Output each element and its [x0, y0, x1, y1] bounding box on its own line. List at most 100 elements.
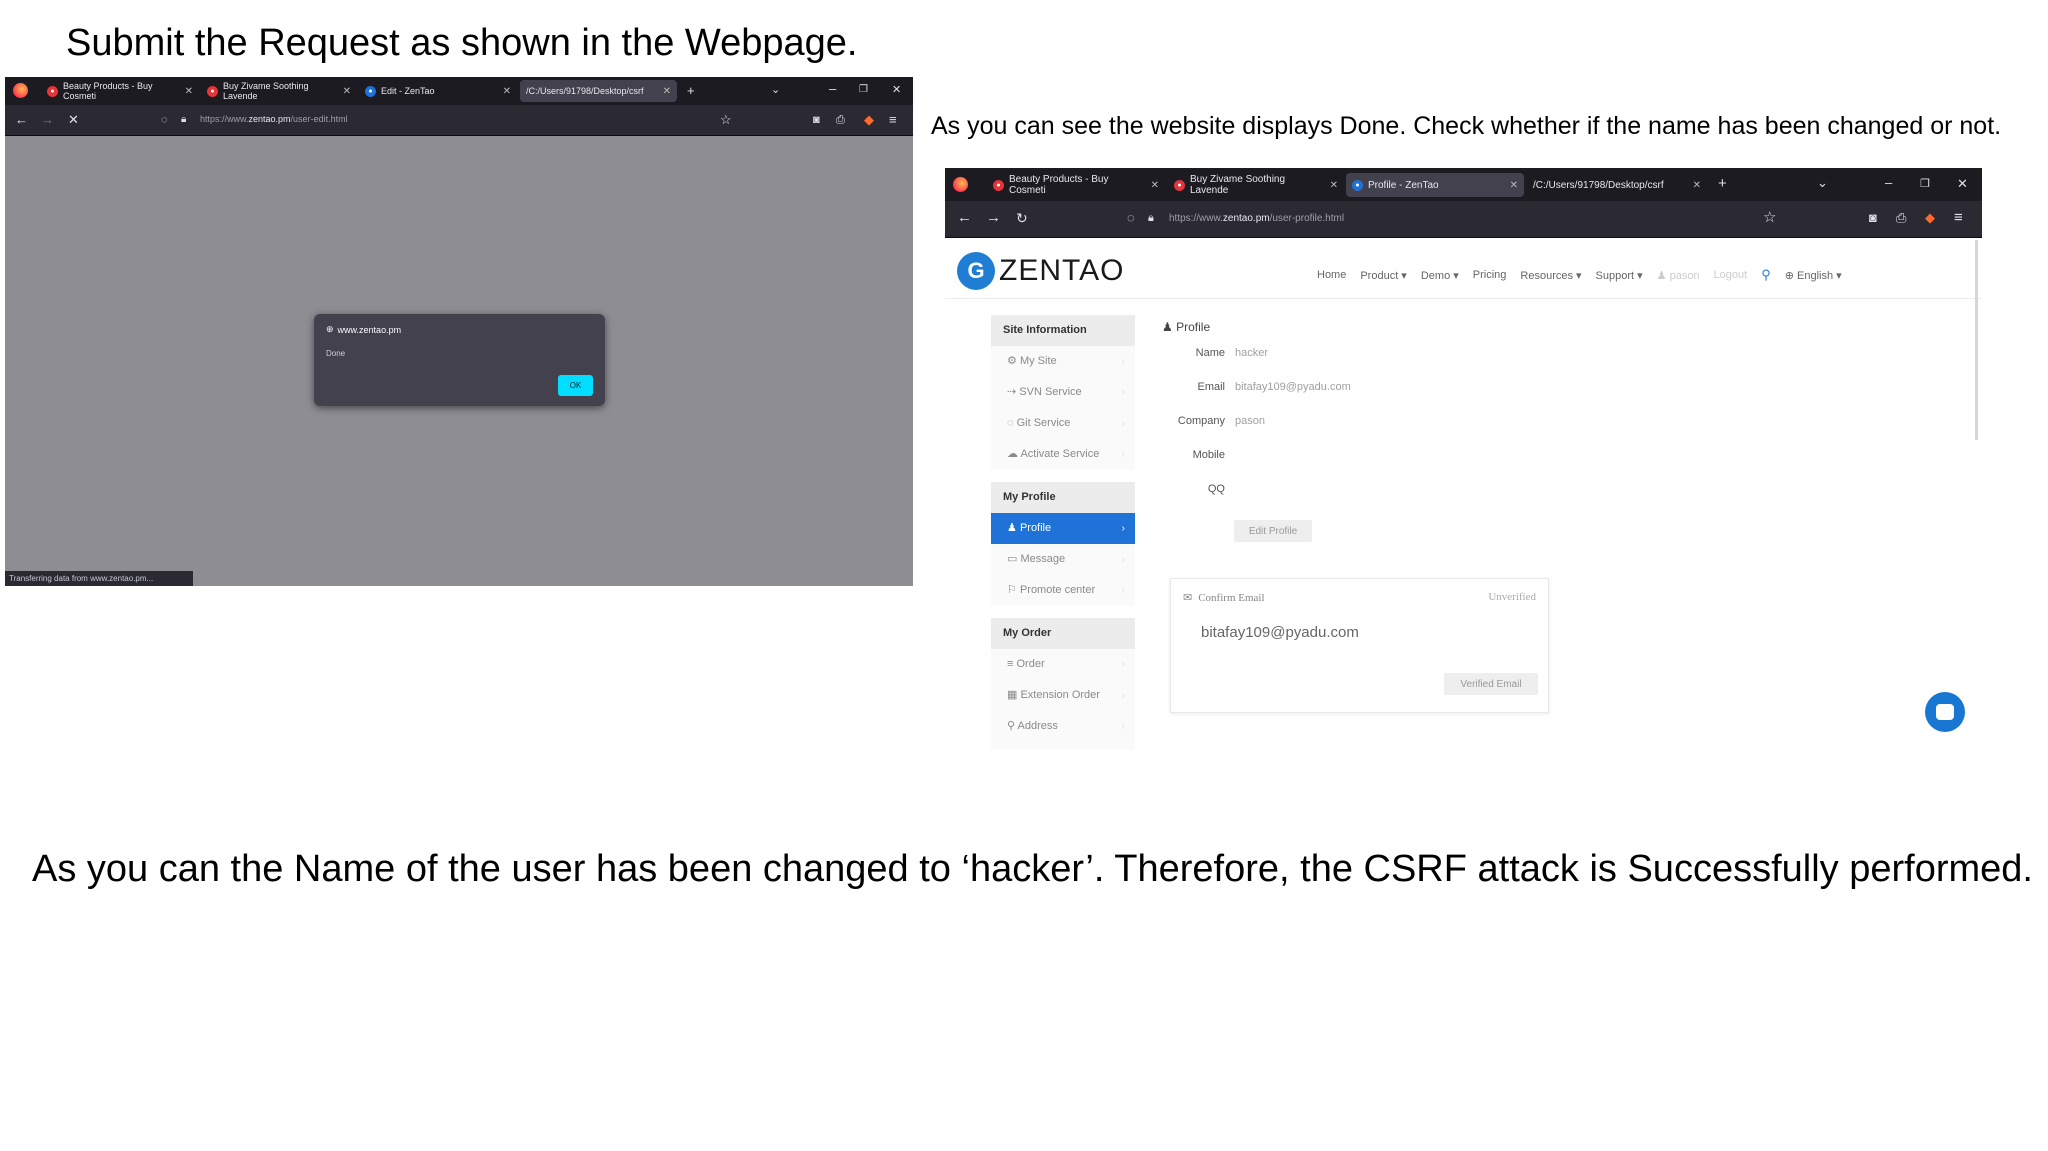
tab-close-icon[interactable]: ✕	[343, 86, 351, 97]
browser-tab-bar: ● Beauty Products - Buy Cosmeti ✕ ● Buy …	[5, 77, 913, 105]
browser-tab[interactable]: ● Buy Zivame Soothing Lavende ✕	[1168, 173, 1344, 197]
url-field[interactable]: https://www.zentao.pm/user-profile.html	[1169, 213, 1344, 224]
forward-icon[interactable]: →	[986, 210, 1001, 225]
close-window-icon[interactable]: ✕	[1957, 177, 1968, 191]
new-tab-icon[interactable]: +	[687, 84, 695, 98]
tab-close-icon[interactable]: ✕	[663, 86, 671, 97]
browser-tab-active[interactable]: ● Profile - ZenTao ✕	[1346, 173, 1524, 197]
site-header: G ZENTAO Home Product ▾ Demo ▾ Pricing R…	[945, 238, 1982, 299]
sidebar-item-extension-order[interactable]: ▦ Extension Order ›	[991, 680, 1135, 711]
field-label: Company	[1177, 415, 1225, 427]
new-tab-icon[interactable]: +	[1718, 176, 1727, 191]
menu-icon[interactable]: ≡	[1954, 210, 1963, 225]
tab-close-icon[interactable]: ✕	[1330, 180, 1338, 191]
zentao-logo-icon: G	[957, 252, 995, 290]
nav-user-label: pason	[1669, 269, 1700, 282]
restore-icon[interactable]: ❐	[1920, 177, 1930, 191]
pocket-icon[interactable]: ◙	[1869, 211, 1877, 225]
tab-close-icon[interactable]: ✕	[185, 86, 193, 97]
firefox-account-icon[interactable]: ◆	[864, 113, 874, 127]
extensions-icon[interactable]: ⎙	[836, 113, 845, 127]
tab-close-icon[interactable]: ✕	[1693, 180, 1701, 191]
pocket-icon[interactable]: ◙	[813, 113, 820, 127]
ok-button[interactable]: OK	[558, 375, 593, 396]
profile-row-email: Email bitafay109@pyadu.com	[1162, 381, 1350, 397]
sidebar-item-message[interactable]: ▭ Message ›	[991, 544, 1135, 575]
sidebar-item-my-site[interactable]: ⚙ My Site ›	[991, 346, 1135, 377]
restore-icon[interactable]: ❐	[859, 83, 868, 97]
menu-icon[interactable]: ≡	[889, 113, 897, 127]
sidebar-item-label: Address	[1017, 720, 1058, 732]
browser-tab[interactable]: ● Beauty Products - Buy Cosmeti ✕	[41, 80, 199, 102]
url-field[interactable]: https://www.zentao.pm/user-edit.html	[200, 114, 348, 124]
stop-icon[interactable]: ✕	[68, 113, 79, 127]
list-tabs-icon[interactable]: ⌄	[771, 83, 780, 97]
sidebar-item-activate[interactable]: ☁ Activate Service ›	[991, 439, 1135, 470]
sidebar-item-address[interactable]: ⚲ Address ›	[991, 711, 1135, 742]
reload-icon[interactable]: ↻	[1016, 211, 1028, 225]
browser-tab-active[interactable]: /C:/Users/91798/Desktop/csrf ✕	[520, 80, 677, 102]
profile-title-label: Profile	[1176, 320, 1211, 334]
sidebar-item-label: SVN Service	[1019, 386, 1082, 398]
browser-tab[interactable]: /C:/Users/91798/Desktop/csrf ✕	[1527, 173, 1707, 197]
sidebar-item-svn[interactable]: ⇢ SVN Service ›	[991, 377, 1135, 408]
nav-user[interactable]: ♟ pason	[1657, 269, 1700, 282]
verified-email-button[interactable]: Verified Email	[1444, 673, 1538, 695]
sidebar-item-git[interactable]: ◌ Git Service ›	[991, 408, 1135, 439]
edit-profile-button[interactable]: Edit Profile	[1234, 520, 1312, 542]
shield-icon[interactable]: ◌	[161, 113, 168, 127]
lock-icon[interactable]: 🔒︎	[181, 113, 186, 127]
nav-demo[interactable]: Demo ▾	[1421, 269, 1459, 282]
url-prefix: https://www.	[1169, 213, 1223, 224]
search-icon[interactable]: ⚲	[1761, 267, 1771, 283]
chevron-right-icon: ›	[1121, 554, 1125, 565]
language-selector[interactable]: ⊕ English ▾	[1785, 269, 1842, 282]
page-scrollbar[interactable]	[1975, 240, 1978, 440]
extensions-icon[interactable]: ⎙	[1896, 211, 1906, 225]
globe-icon: ⊕	[326, 324, 334, 334]
sidebar-item-label: Activate Service	[1020, 448, 1100, 460]
sidebar-gap	[991, 606, 1135, 618]
sidebar-heading-my-order: My Order	[991, 618, 1135, 649]
user-icon: ♟	[1007, 522, 1017, 534]
tab-close-icon[interactable]: ✕	[503, 86, 511, 97]
nav-logout[interactable]: Logout	[1714, 269, 1748, 281]
close-window-icon[interactable]: ✕	[892, 83, 901, 97]
chevron-right-icon: ›	[1121, 449, 1125, 460]
minimize-icon[interactable]: –	[829, 82, 836, 96]
site-nav: Home Product ▾ Demo ▾ Pricing Resources …	[1317, 267, 1842, 283]
forward-icon[interactable]: →	[41, 113, 54, 127]
chat-icon[interactable]	[1925, 692, 1965, 732]
bookmark-star-icon[interactable]: ☆	[1763, 210, 1776, 225]
nav-pricing[interactable]: Pricing	[1473, 269, 1507, 281]
lock-icon[interactable]: 🔒︎	[1148, 211, 1154, 225]
profile-row-qq: QQ	[1162, 483, 1225, 499]
browser-tab[interactable]: ● Beauty Products - Buy Cosmeti ✕	[987, 173, 1165, 197]
back-icon[interactable]: ←	[15, 113, 28, 127]
browser-tab[interactable]: ● Buy Zivame Soothing Lavende ✕	[201, 80, 357, 102]
shield-icon[interactable]: ◌	[1127, 211, 1135, 225]
tab-close-icon[interactable]: ✕	[1510, 180, 1518, 191]
sidebar-item-label: Extension Order	[1020, 689, 1100, 701]
chevron-right-icon: ›	[1121, 418, 1125, 429]
nav-support[interactable]: Support ▾	[1596, 269, 1643, 282]
back-icon[interactable]: ←	[957, 210, 972, 225]
browser-tab[interactable]: ● Edit - ZenTao ✕	[359, 80, 517, 102]
nav-resources[interactable]: Resources ▾	[1520, 269, 1581, 282]
site-favicon-icon: ●	[207, 85, 218, 97]
bookmark-star-icon[interactable]: ☆	[720, 113, 732, 127]
dialog-host: ⊕ www.zentao.pm	[326, 324, 401, 335]
tab-close-icon[interactable]: ✕	[1151, 180, 1159, 191]
nav-home[interactable]: Home	[1317, 269, 1346, 281]
url-path: /user-profile.html	[1269, 213, 1345, 224]
nav-product[interactable]: Product ▾	[1360, 269, 1407, 282]
sidebar-item-promote[interactable]: ⚐ Promote center ›	[991, 575, 1135, 606]
zentao-logo[interactable]: G ZENTAO	[957, 252, 1124, 290]
minimize-icon[interactable]: –	[1885, 176, 1892, 190]
sidebar-item-profile[interactable]: ♟ Profile ›	[991, 513, 1135, 544]
firefox-account-icon[interactable]: ◆	[1925, 211, 1935, 225]
svn-icon: ⇢	[1007, 386, 1017, 398]
sidebar-item-order[interactable]: ≡ Order ›	[991, 649, 1135, 680]
list-tabs-icon[interactable]: ⌄	[1817, 176, 1828, 190]
profile-row-name: Name hacker	[1162, 347, 1268, 363]
